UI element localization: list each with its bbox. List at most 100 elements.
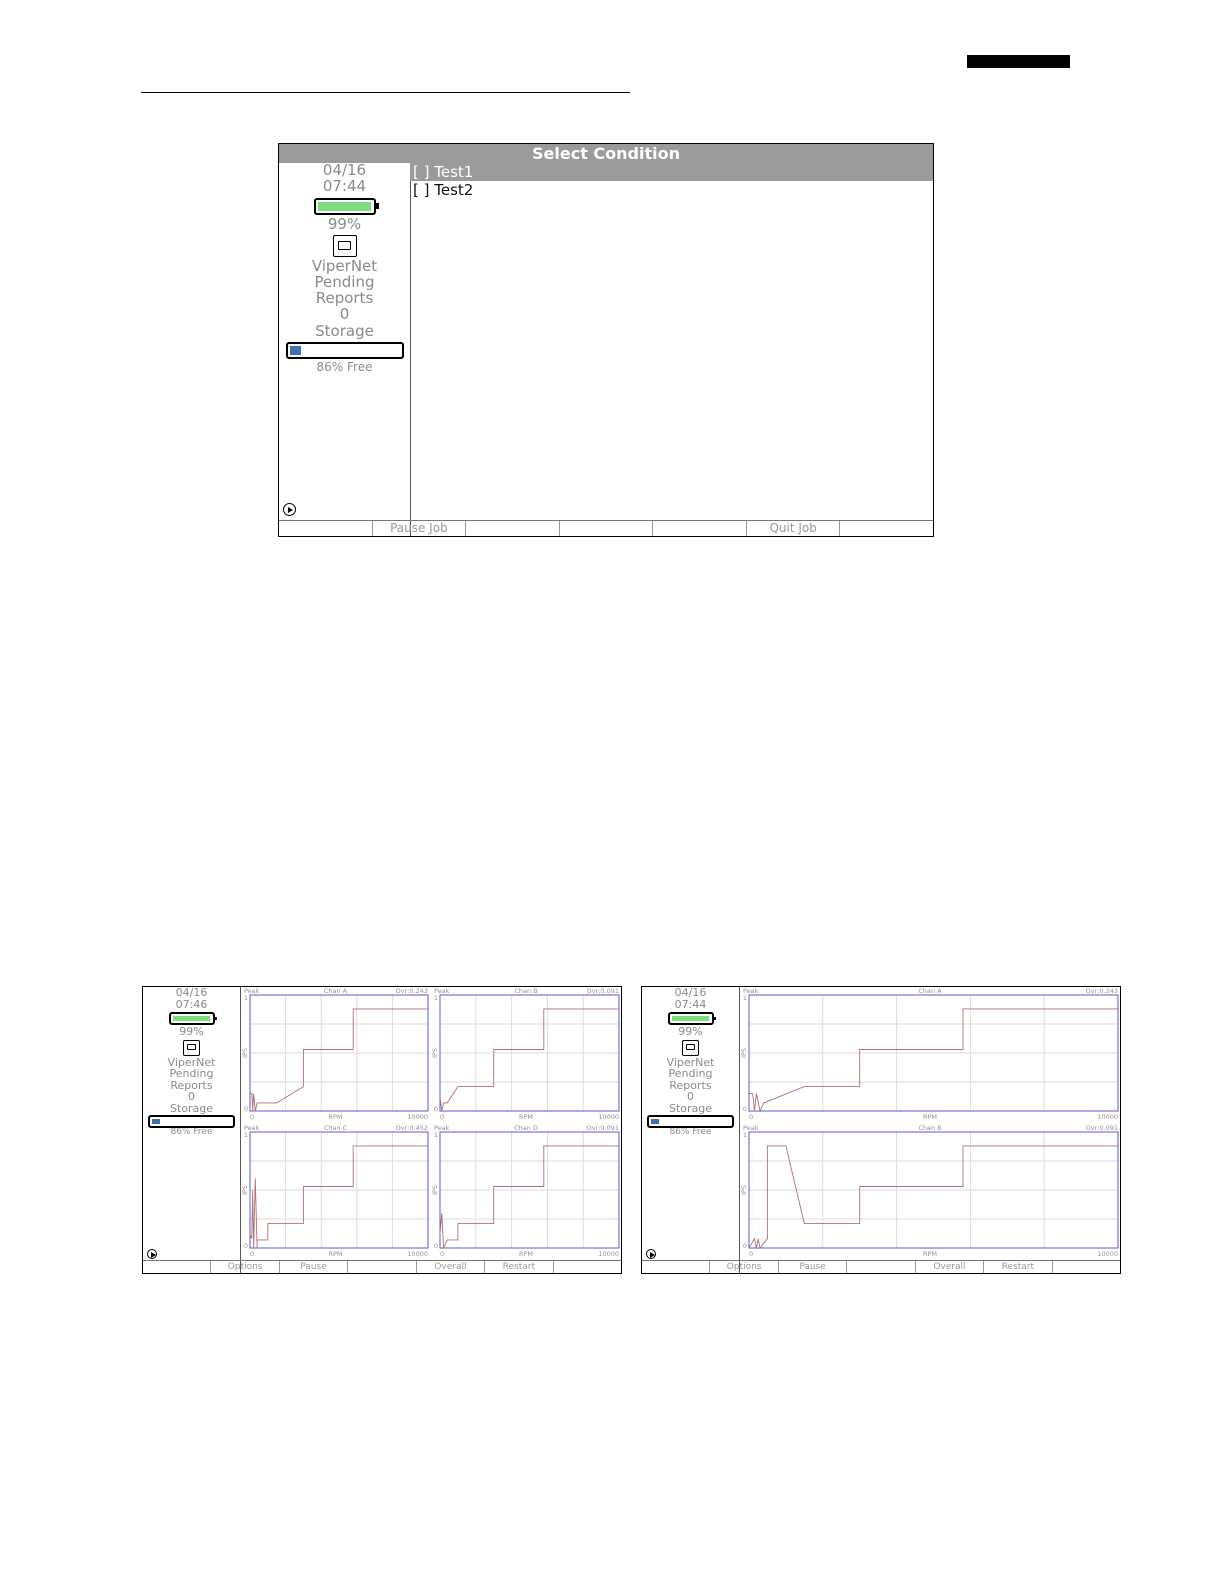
softkey-bar: Options Pause Overall Restart (143, 1260, 621, 1273)
x-tick-label: 10000 (407, 1250, 428, 1258)
four-channel-screen: 04/16 07:46 99% ViperNet Pending Reports… (142, 986, 622, 1274)
y-tick-label: 0 (743, 1105, 747, 1113)
storage-fill (152, 1119, 160, 1125)
pause-softkey[interactable]: Pause (779, 1261, 848, 1273)
pause-job-softkey[interactable]: Pause Job (373, 521, 467, 536)
condition-item[interactable]: [ ] Test2 (410, 181, 933, 199)
restart-softkey[interactable]: Restart (984, 1261, 1053, 1273)
x-tick-label: 10000 (407, 1113, 428, 1121)
softkey-4[interactable] (560, 521, 654, 536)
select-condition-screen: Select Condition 04/16 07:44 99% ViperNe… (278, 143, 934, 537)
y-tick-label: 1 (743, 1131, 747, 1139)
softkey-bar: Pause Job Quit Job (279, 520, 933, 536)
x-axis-label: RPM (328, 1250, 342, 1258)
battery-percent: 99% (678, 1025, 703, 1039)
x-tick-label: 0 (749, 1113, 753, 1121)
y-tick-label: 1 (244, 994, 248, 1002)
restart-softkey[interactable]: Restart (485, 1261, 554, 1273)
x-tick-label: 10000 (1097, 1113, 1118, 1121)
time-label: 07:46 (175, 997, 208, 1011)
header-rule (141, 92, 630, 93)
y-tick-label: 1 (743, 994, 747, 1002)
two-channel-screen: 04/16 07:44 99% ViperNet Pending Reports… (641, 986, 1121, 1274)
softkey-bar: Options Pause Overall Restart (642, 1260, 1120, 1273)
status-sidebar: 04/16 07:46 99% ViperNet Pending Reports… (143, 987, 241, 1273)
ethernet-icon (183, 1039, 200, 1056)
x-tick-label: 10000 (598, 1250, 619, 1258)
quit-job-softkey[interactable]: Quit Job (747, 521, 841, 536)
pending-label: Pending (169, 1067, 214, 1081)
y-tick-label: 1 (244, 1131, 248, 1139)
softkey-1[interactable] (279, 521, 373, 536)
softkey-5[interactable] (653, 521, 747, 536)
storage-free-label: 86% Free (669, 1127, 712, 1138)
play-status-icon[interactable] (147, 1249, 157, 1259)
x-axis-label: RPM (519, 1250, 533, 1258)
softkey-7[interactable] (840, 521, 933, 536)
plot-chan-b[interactable]: Peak Chan B Ovr:0.091 IPS 0 1 0 RPM 10000 (740, 1124, 1120, 1261)
date-label: 04/16 (674, 986, 707, 999)
screen-title: Select Condition (279, 144, 933, 165)
x-axis-label: RPM (923, 1113, 937, 1121)
storage-free-label: 86% Free (316, 360, 373, 374)
storage-fill (289, 346, 302, 355)
chart-svg: Peak Chan C Ovr:0.452IPS010 RPM 10000 (241, 1124, 429, 1258)
y-axis-label: IPS (431, 1185, 439, 1195)
plot-channel-label: Chan A (324, 987, 348, 995)
y-axis-label: IPS (241, 1185, 249, 1195)
play-status-icon[interactable] (646, 1249, 656, 1259)
plot-channel-label: Chan C (324, 1124, 348, 1132)
pause-softkey[interactable]: Pause (280, 1261, 349, 1273)
ethernet-icon (332, 235, 357, 258)
plot-overall-label: Ovr:0.452 (396, 1124, 428, 1132)
plot-overall-label: Ovr:0.091 (1086, 1124, 1118, 1132)
y-axis-label: IPS (740, 1185, 748, 1195)
y-tick-label: 1 (434, 1131, 438, 1139)
plot-channel-label: Chan B (918, 1124, 941, 1132)
x-tick-label: 0 (440, 1250, 444, 1258)
overall-softkey[interactable]: Overall (417, 1261, 486, 1273)
plot-overall-label: Ovr:0.091 (587, 987, 619, 995)
pending-label: Pending (668, 1067, 713, 1081)
plot-chan-c[interactable]: Peak Chan C Ovr:0.452 IPS 0 1 0 RPM 10000 (241, 1124, 430, 1261)
options-softkey[interactable]: Options (211, 1261, 280, 1273)
softkey-4[interactable] (348, 1261, 417, 1273)
storage-bar (148, 1115, 235, 1129)
overall-softkey[interactable]: Overall (916, 1261, 985, 1273)
softkey-7[interactable] (1053, 1261, 1120, 1273)
condition-item[interactable]: [ ] Test1 (410, 163, 933, 181)
softkey-4[interactable] (847, 1261, 916, 1273)
status-sidebar: 04/16 07:44 99% ViperNet Pending Reports… (642, 987, 740, 1273)
pending-count: 0 (339, 304, 350, 323)
battery-percent: 99% (179, 1025, 204, 1039)
plot-channel-label: Chan A (918, 987, 942, 995)
x-axis-label: RPM (923, 1250, 937, 1258)
options-softkey[interactable]: Options (710, 1261, 779, 1273)
plot-chan-a[interactable]: Peak Chan A Ovr:0.243 IPS 0 1 0 RPM 10000 (241, 987, 430, 1124)
plot-chan-d[interactable]: Peak Chan D Ovr:0.091 IPS 0 1 0 RPM 10000 (431, 1124, 621, 1261)
storage-label: Storage (169, 1101, 214, 1115)
date-label: 04/16 (175, 986, 208, 999)
y-axis-label: IPS (431, 1048, 439, 1058)
plot-chan-a[interactable]: Peak Chan A Ovr:0.243 IPS 0 1 0 RPM 10000 (740, 987, 1120, 1124)
play-status-icon[interactable] (283, 503, 296, 516)
chart-svg: Peak Chan B Ovr:0.091IPS010 RPM 10000 (431, 987, 620, 1121)
plot-channel-label: Chan B (514, 987, 537, 995)
chart-svg: Peak Chan D Ovr:0.091IPS010 RPM 10000 (431, 1124, 620, 1258)
softkey-1[interactable] (642, 1261, 711, 1273)
ethernet-icon (682, 1039, 699, 1056)
softkey-1[interactable] (143, 1261, 212, 1273)
plot-chan-b[interactable]: Peak Chan B Ovr:0.091 IPS 0 1 0 RPM 10000 (431, 987, 621, 1124)
y-tick-label: 0 (244, 1105, 248, 1113)
storage-bar (647, 1115, 734, 1129)
x-tick-label: 0 (250, 1113, 254, 1121)
x-tick-label: 0 (440, 1113, 444, 1121)
y-tick-label: 0 (434, 1105, 438, 1113)
status-sidebar: 04/16 07:44 99% ViperNet Pending Reports… (279, 162, 411, 536)
battery-percent: 99% (327, 214, 362, 233)
softkey-3[interactable] (466, 521, 560, 536)
x-tick-label: 0 (250, 1250, 254, 1258)
condition-list: [ ] Test1 [ ] Test2 (410, 163, 933, 520)
softkey-7[interactable] (554, 1261, 621, 1273)
y-tick-label: 1 (434, 994, 438, 1002)
